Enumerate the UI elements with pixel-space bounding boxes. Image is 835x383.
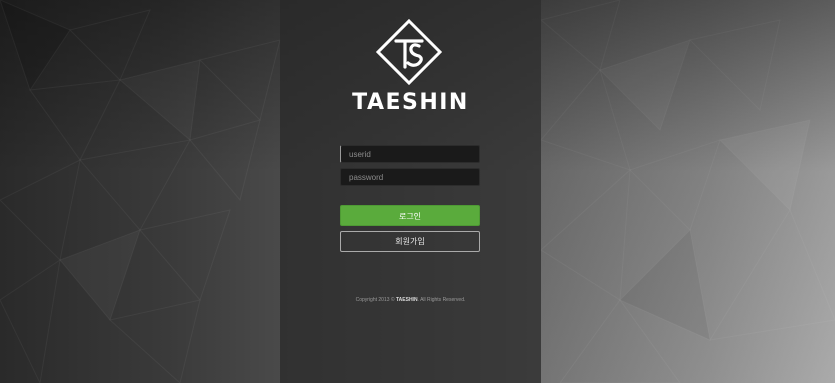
join-button[interactable]: 회원가입 (340, 231, 480, 252)
right-background-shade (541, 0, 835, 383)
userid-input[interactable] (340, 145, 480, 163)
brand-name: TAESHIN (352, 90, 469, 115)
ts-diamond-logo-icon (376, 19, 442, 85)
copyright-suffix: . All Rights Reserved. (417, 297, 466, 303)
password-input[interactable] (340, 168, 480, 186)
login-button[interactable]: 로그인 (340, 205, 480, 226)
copyright-text: Copyright 2013 © TAESHIN. All Rights Res… (280, 297, 541, 303)
copyright-prefix: Copyright 2013 © (355, 297, 396, 303)
copyright-brand: TAESHIN (395, 297, 418, 303)
login-page: { "brand": { "name": "TAESHIN", "logo_ic… (0, 0, 835, 383)
